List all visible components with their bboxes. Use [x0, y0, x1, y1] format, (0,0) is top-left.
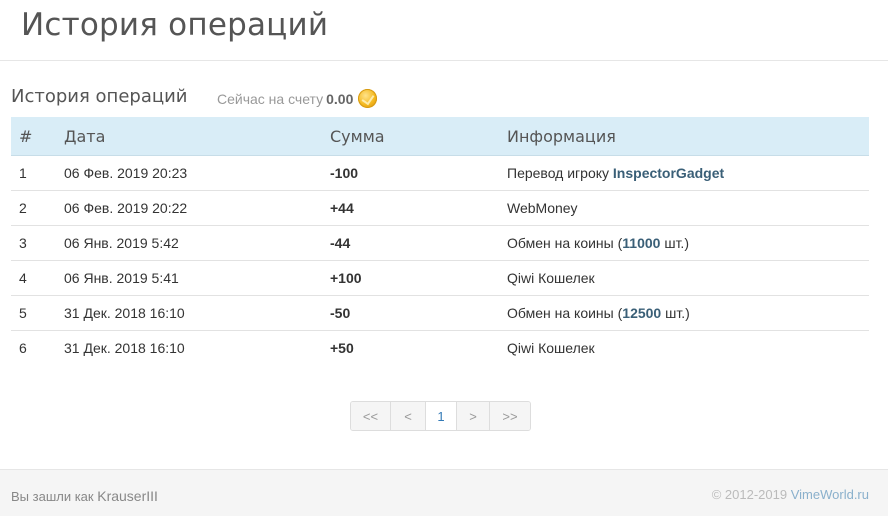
info-text: WebMoney: [507, 200, 578, 216]
row-amount: +50: [330, 340, 354, 356]
table-row: 6 31 Дек. 2018 16:10 +50 Qiwi Кошелек: [11, 331, 869, 366]
row-info: Qiwi Кошелек: [499, 260, 869, 296]
row-amount: +44: [322, 190, 499, 226]
section-title: История операций: [11, 86, 188, 107]
player-link[interactable]: InspectorGadget: [613, 165, 724, 181]
info-suffix: шт.): [661, 305, 690, 321]
info-text: Перевод игроку: [507, 165, 613, 181]
row-info: Обмен на коины (11000 шт.): [499, 225, 869, 261]
pagination-prev-button[interactable]: <: [391, 402, 426, 430]
balance-value: 0.00: [326, 90, 354, 107]
balance-label: Сейчас на счету: [217, 90, 324, 107]
table-row: 1 06 Фев. 2019 20:23 -100 Перевод игроку…: [11, 155, 869, 191]
column-header-date: Дата: [56, 117, 322, 156]
coin-count: 12500: [622, 305, 662, 321]
pagination-last-button[interactable]: >>: [490, 402, 530, 430]
row-info: Перевод игроку InspectorGadget: [499, 155, 869, 191]
row-number: 6: [19, 340, 27, 356]
pagination-first-button[interactable]: <<: [351, 402, 391, 430]
row-number: 1: [11, 155, 56, 191]
row-info: WebMoney: [499, 190, 869, 226]
footer-login-info: Вы зашли как KrauserIII: [11, 488, 158, 504]
coin-icon: [358, 89, 378, 108]
row-amount: -44: [322, 225, 499, 261]
row-date: 31 Дек. 2018 16:10: [64, 340, 185, 356]
pagination-next-button[interactable]: >: [457, 402, 490, 430]
info-text: Qiwi Кошелек: [507, 340, 595, 356]
row-date: 06 Янв. 2019 5:41: [56, 260, 322, 296]
row-number: 2: [11, 190, 56, 226]
column-header-number: #: [11, 117, 56, 156]
footer: Вы зашли как KrauserIII © 2012-2019 Vime…: [0, 469, 888, 516]
column-header-info: Информация: [499, 117, 869, 156]
info-text: Обмен на коины (: [507, 235, 623, 251]
table-header-row: # Дата Сумма Информация: [11, 117, 869, 156]
table-row: 2 06 Фев. 2019 20:22 +44 WebMoney: [11, 190, 869, 226]
copyright-text: © 2012-2019: [711, 487, 788, 502]
row-number: 5: [11, 295, 56, 331]
info-suffix: шт.): [660, 235, 689, 251]
row-date: 06 Фев. 2019 20:22: [56, 190, 322, 226]
row-info: Обмен на коины (12500 шт.): [499, 295, 869, 331]
row-date: 06 Фев. 2019 20:23: [56, 155, 322, 191]
page-header: История операций: [0, 0, 888, 61]
row-date: 31 Дек. 2018 16:10: [56, 295, 322, 331]
row-amount: +100: [322, 260, 499, 296]
site-link[interactable]: VimeWorld.ru: [791, 487, 869, 502]
row-number: 3: [11, 225, 56, 261]
table-row: 3 06 Янв. 2019 5:42 -44 Обмен на коины (…: [11, 225, 869, 261]
balance-info: Сейчас на счету 0.00: [217, 89, 378, 108]
table-row: 5 31 Дек. 2018 16:10 -50 Обмен на коины …: [11, 295, 869, 331]
column-header-amount: Сумма: [322, 117, 499, 156]
info-text: Обмен на коины (: [507, 305, 623, 321]
row-number: 4: [11, 260, 56, 296]
pagination-page-1[interactable]: 1: [426, 402, 457, 430]
info-text: Qiwi Кошелек: [507, 270, 595, 286]
footer-copyright: © 2012-2019 VimeWorld.ru: [712, 487, 869, 502]
logged-in-label: Вы зашли как: [11, 489, 94, 504]
row-date: 06 Янв. 2019 5:42: [56, 225, 322, 261]
row-info: Qiwi Кошелек: [499, 331, 869, 366]
history-table: # Дата Сумма Информация 1 06 Фев. 2019 2…: [11, 117, 869, 365]
pagination: << < 1 > >>: [350, 401, 531, 431]
footer-username[interactable]: KrauserIII: [97, 488, 158, 504]
coin-count: 11000: [622, 235, 661, 251]
page-title: История операций: [21, 7, 329, 43]
row-amount: -50: [322, 295, 499, 331]
row-amount: -100: [322, 155, 499, 191]
table-row: 4 06 Янв. 2019 5:41 +100 Qiwi Кошелек: [11, 260, 869, 296]
